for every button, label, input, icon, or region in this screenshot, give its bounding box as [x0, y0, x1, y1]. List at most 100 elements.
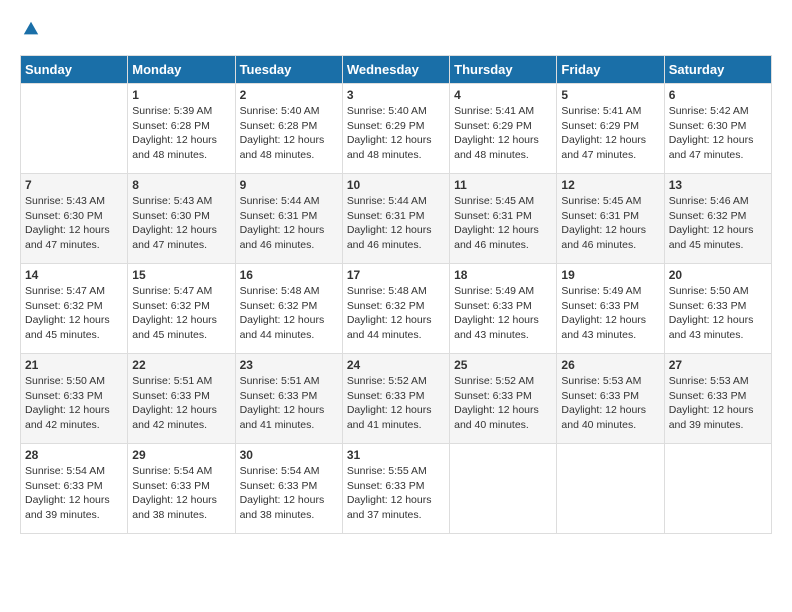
header-cell-wednesday: Wednesday	[342, 56, 449, 84]
day-number: 30	[240, 448, 338, 462]
week-row-4: 21 Sunrise: 5:50 AMSunset: 6:33 PMDayligh…	[21, 354, 772, 444]
day-number: 24	[347, 358, 445, 372]
day-number: 21	[25, 358, 123, 372]
calendar-body: 1 Sunrise: 5:39 AMSunset: 6:28 PMDaylight…	[21, 84, 772, 534]
day-number: 8	[132, 178, 230, 192]
header-cell-friday: Friday	[557, 56, 664, 84]
day-info: Sunrise: 5:40 AMSunset: 6:28 PMDaylight:…	[240, 104, 338, 163]
day-number: 23	[240, 358, 338, 372]
day-info: Sunrise: 5:45 AMSunset: 6:31 PMDaylight:…	[454, 194, 552, 253]
day-number: 9	[240, 178, 338, 192]
day-info: Sunrise: 5:50 AMSunset: 6:33 PMDaylight:…	[669, 284, 767, 343]
day-info: Sunrise: 5:46 AMSunset: 6:32 PMDaylight:…	[669, 194, 767, 253]
day-info: Sunrise: 5:47 AMSunset: 6:32 PMDaylight:…	[132, 284, 230, 343]
day-number: 28	[25, 448, 123, 462]
calendar-cell: 15 Sunrise: 5:47 AMSunset: 6:32 PMDayligh…	[128, 264, 235, 354]
day-number: 2	[240, 88, 338, 102]
calendar-cell: 27 Sunrise: 5:53 AMSunset: 6:33 PMDayligh…	[664, 354, 771, 444]
day-info: Sunrise: 5:44 AMSunset: 6:31 PMDaylight:…	[347, 194, 445, 253]
day-info: Sunrise: 5:51 AMSunset: 6:33 PMDaylight:…	[132, 374, 230, 433]
day-number: 20	[669, 268, 767, 282]
day-info: Sunrise: 5:52 AMSunset: 6:33 PMDaylight:…	[454, 374, 552, 433]
day-number: 27	[669, 358, 767, 372]
calendar-cell: 4 Sunrise: 5:41 AMSunset: 6:29 PMDaylight…	[450, 84, 557, 174]
calendar-cell: 8 Sunrise: 5:43 AMSunset: 6:30 PMDaylight…	[128, 174, 235, 264]
day-info: Sunrise: 5:49 AMSunset: 6:33 PMDaylight:…	[454, 284, 552, 343]
calendar-cell	[664, 444, 771, 534]
day-info: Sunrise: 5:41 AMSunset: 6:29 PMDaylight:…	[561, 104, 659, 163]
calendar-cell: 23 Sunrise: 5:51 AMSunset: 6:33 PMDayligh…	[235, 354, 342, 444]
header-cell-monday: Monday	[128, 56, 235, 84]
logo	[20, 20, 40, 45]
calendar-cell	[557, 444, 664, 534]
calendar-cell: 22Sunrise: 5:51 AMSunset: 6:33 PMDayligh…	[128, 354, 235, 444]
day-info: Sunrise: 5:45 AMSunset: 6:31 PMDaylight:…	[561, 194, 659, 253]
calendar-cell	[21, 84, 128, 174]
page-header	[20, 20, 772, 45]
day-info: Sunrise: 5:55 AMSunset: 6:33 PMDaylight:…	[347, 464, 445, 523]
day-info: Sunrise: 5:47 AMSunset: 6:32 PMDaylight:…	[25, 284, 123, 343]
calendar-cell: 3Sunrise: 5:40 AMSunset: 6:29 PMDaylight…	[342, 84, 449, 174]
calendar-cell: 1 Sunrise: 5:39 AMSunset: 6:28 PMDaylight…	[128, 84, 235, 174]
day-info: Sunrise: 5:53 AMSunset: 6:33 PMDaylight:…	[669, 374, 767, 433]
day-number: 10	[347, 178, 445, 192]
day-number: 1	[132, 88, 230, 102]
calendar-cell: 2 Sunrise: 5:40 AMSunset: 6:28 PMDaylight…	[235, 84, 342, 174]
calendar-header: SundayMondayTuesdayWednesdayThursdayFrid…	[21, 56, 772, 84]
day-number: 26	[561, 358, 659, 372]
day-number: 7	[25, 178, 123, 192]
calendar-cell: 31 Sunrise: 5:55 AMSunset: 6:33 PMDayligh…	[342, 444, 449, 534]
calendar-cell: 5 Sunrise: 5:41 AMSunset: 6:29 PMDaylight…	[557, 84, 664, 174]
calendar-cell: 25 Sunrise: 5:52 AMSunset: 6:33 PMDayligh…	[450, 354, 557, 444]
calendar-cell: 12 Sunrise: 5:45 AMSunset: 6:31 PMDayligh…	[557, 174, 664, 264]
day-number: 25	[454, 358, 552, 372]
calendar-cell: 16Sunrise: 5:48 AMSunset: 6:32 PMDayligh…	[235, 264, 342, 354]
week-row-1: 1 Sunrise: 5:39 AMSunset: 6:28 PMDaylight…	[21, 84, 772, 174]
calendar-cell: 28 Sunrise: 5:54 AMSunset: 6:33 PMDayligh…	[21, 444, 128, 534]
calendar-cell: 7 Sunrise: 5:43 AMSunset: 6:30 PMDaylight…	[21, 174, 128, 264]
calendar-cell: 11Sunrise: 5:45 AMSunset: 6:31 PMDayligh…	[450, 174, 557, 264]
day-number: 18	[454, 268, 552, 282]
week-row-3: 14Sunrise: 5:47 AMSunset: 6:32 PMDayligh…	[21, 264, 772, 354]
calendar-cell: 6Sunrise: 5:42 AMSunset: 6:30 PMDaylight…	[664, 84, 771, 174]
header-cell-tuesday: Tuesday	[235, 56, 342, 84]
day-info: Sunrise: 5:40 AMSunset: 6:29 PMDaylight:…	[347, 104, 445, 163]
week-row-5: 28 Sunrise: 5:54 AMSunset: 6:33 PMDayligh…	[21, 444, 772, 534]
day-info: Sunrise: 5:50 AMSunset: 6:33 PMDaylight:…	[25, 374, 123, 433]
day-number: 12	[561, 178, 659, 192]
day-number: 4	[454, 88, 552, 102]
day-info: Sunrise: 5:43 AMSunset: 6:30 PMDaylight:…	[132, 194, 230, 253]
day-number: 13	[669, 178, 767, 192]
day-number: 15	[132, 268, 230, 282]
calendar-cell	[450, 444, 557, 534]
week-row-2: 7 Sunrise: 5:43 AMSunset: 6:30 PMDaylight…	[21, 174, 772, 264]
calendar-cell: 10 Sunrise: 5:44 AMSunset: 6:31 PMDayligh…	[342, 174, 449, 264]
calendar-cell: 17Sunrise: 5:48 AMSunset: 6:32 PMDayligh…	[342, 264, 449, 354]
calendar-cell: 30 Sunrise: 5:54 AMSunset: 6:33 PMDayligh…	[235, 444, 342, 534]
day-info: Sunrise: 5:54 AMSunset: 6:33 PMDaylight:…	[132, 464, 230, 523]
day-info: Sunrise: 5:42 AMSunset: 6:30 PMDaylight:…	[669, 104, 767, 163]
day-number: 5	[561, 88, 659, 102]
day-info: Sunrise: 5:41 AMSunset: 6:29 PMDaylight:…	[454, 104, 552, 163]
header-cell-thursday: Thursday	[450, 56, 557, 84]
calendar-cell: 24Sunrise: 5:52 AMSunset: 6:33 PMDayligh…	[342, 354, 449, 444]
calendar-cell: 13 Sunrise: 5:46 AMSunset: 6:32 PMDayligh…	[664, 174, 771, 264]
header-cell-saturday: Saturday	[664, 56, 771, 84]
day-info: Sunrise: 5:43 AMSunset: 6:30 PMDaylight:…	[25, 194, 123, 253]
day-number: 16	[240, 268, 338, 282]
day-info: Sunrise: 5:54 AMSunset: 6:33 PMDaylight:…	[240, 464, 338, 523]
calendar-table: SundayMondayTuesdayWednesdayThursdayFrid…	[20, 55, 772, 534]
day-number: 31	[347, 448, 445, 462]
day-info: Sunrise: 5:39 AMSunset: 6:28 PMDaylight:…	[132, 104, 230, 163]
calendar-cell: 26 Sunrise: 5:53 AMSunset: 6:33 PMDayligh…	[557, 354, 664, 444]
logo-icon	[22, 20, 40, 38]
day-info: Sunrise: 5:48 AMSunset: 6:32 PMDaylight:…	[347, 284, 445, 343]
day-info: Sunrise: 5:51 AMSunset: 6:33 PMDaylight:…	[240, 374, 338, 433]
day-number: 19	[561, 268, 659, 282]
day-info: Sunrise: 5:53 AMSunset: 6:33 PMDaylight:…	[561, 374, 659, 433]
calendar-cell: 29 Sunrise: 5:54 AMSunset: 6:33 PMDayligh…	[128, 444, 235, 534]
day-info: Sunrise: 5:54 AMSunset: 6:33 PMDaylight:…	[25, 464, 123, 523]
day-info: Sunrise: 5:49 AMSunset: 6:33 PMDaylight:…	[561, 284, 659, 343]
calendar-cell: 20 Sunrise: 5:50 AMSunset: 6:33 PMDayligh…	[664, 264, 771, 354]
day-number: 29	[132, 448, 230, 462]
